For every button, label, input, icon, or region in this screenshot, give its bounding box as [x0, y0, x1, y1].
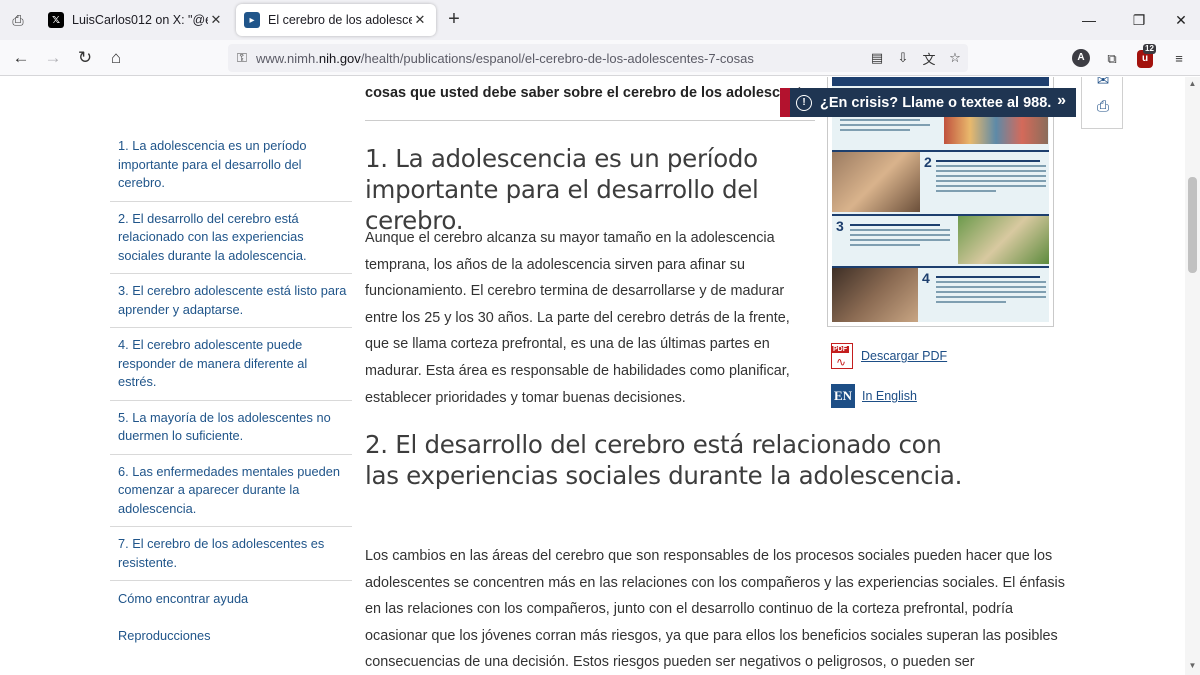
section-1-body: Aunque el cerebro alcanza su mayor tamañ…	[365, 230, 790, 406]
download-pdf-label[interactable]: Descargar PDF	[861, 349, 947, 363]
table-of-contents: 1. La adolescencia es un período importa…	[110, 129, 352, 654]
section-1-title: 1. La adolescencia es un período importa…	[365, 144, 759, 235]
intro-heading: cosas que usted debe saber sobre el cere…	[365, 85, 818, 101]
nih-logo-icon: ▸	[244, 12, 260, 28]
ublock-badge: 12	[1143, 44, 1156, 54]
reload-button[interactable]: ↻	[73, 46, 97, 70]
ublock-icon[interactable]: u 12	[1137, 44, 1156, 68]
toc-item-find-help[interactable]: Cómo encontrar ayuda	[110, 581, 352, 618]
forward-button[interactable]: →	[41, 46, 65, 70]
tab-list-icon[interactable]: ⎙	[8, 10, 28, 30]
close-tab-icon[interactable]: ✕	[412, 12, 428, 28]
tab-title: LuisCarlos012 on X: "@evilcrapp	[72, 13, 208, 27]
scroll-up-icon[interactable]: ▲	[1187, 79, 1198, 88]
address-bar[interactable]: ⚿ www.nimh.nih.gov/health/publications/e…	[228, 44, 968, 72]
toc-item-6[interactable]: 6. Las enfermedades mentales pueden come…	[110, 455, 352, 527]
navigation-toolbar: ← → ↻ ⌂ ⚿ www.nimh.nih.gov/health/public…	[0, 40, 1200, 76]
toc-item-reproductions[interactable]: Reproducciones	[110, 618, 352, 655]
crisis-banner[interactable]: ! ¿En crisis? Llame o textee al 988. »	[780, 88, 1076, 117]
scrollbar-thumb[interactable]	[1188, 177, 1197, 273]
divider	[365, 120, 815, 121]
home-button[interactable]: ⌂	[104, 46, 128, 70]
tab-title: El cerebro de los adolescentes: 7	[268, 13, 412, 27]
save-icon[interactable]: ⇩	[890, 50, 916, 66]
page-content: cosas que usted debe saber sobre el cere…	[0, 77, 1200, 675]
section-2-body: Los cambios en las áreas del cerebro que…	[365, 548, 1065, 671]
url-text[interactable]: www.nimh.nih.gov/health/publications/esp…	[256, 51, 864, 66]
crisis-banner-text: ¿En crisis? Llame o textee al 988.	[820, 94, 1052, 111]
in-english-label[interactable]: In English	[862, 389, 917, 403]
english-icon: EN	[831, 384, 855, 408]
toc-item-4[interactable]: 4. El cerebro adolescente puede responde…	[110, 328, 352, 401]
page-scrollbar[interactable]: ▲ ▼	[1185, 77, 1200, 675]
back-button[interactable]: ←	[9, 46, 33, 70]
download-pdf-link[interactable]: PDF ∿ Descargar PDF	[831, 343, 947, 369]
tab-nimh-page[interactable]: ▸ El cerebro de los adolescentes: 7 ✕	[236, 4, 436, 36]
tab-bar: ⎙ 𝕏 LuisCarlos012 on X: "@evilcrapp ✕ ▸ …	[0, 0, 1200, 40]
close-tab-icon[interactable]: ✕	[208, 12, 224, 28]
pdf-icon: PDF ∿	[831, 343, 853, 369]
toc-item-1[interactable]: 1. La adolescencia es un período importa…	[110, 129, 352, 202]
print-icon[interactable]: ⎙	[1095, 99, 1111, 115]
reader-view-icon[interactable]: ▤	[864, 50, 890, 66]
email-icon[interactable]: ✉	[1095, 77, 1111, 89]
scroll-down-icon[interactable]: ▼	[1187, 661, 1198, 670]
x-logo-icon: 𝕏	[48, 12, 64, 28]
toc-item-5[interactable]: 5. La mayoría de los adolescentes no due…	[110, 401, 352, 455]
menu-icon[interactable]: ≡	[1168, 48, 1190, 70]
share-toolbar: ✉ ⎙	[1081, 77, 1123, 129]
tab-x-post[interactable]: 𝕏 LuisCarlos012 on X: "@evilcrapp ✕	[40, 4, 232, 36]
in-english-link[interactable]: EN In English	[831, 384, 917, 408]
chevron-right-icon: »	[1057, 92, 1066, 109]
close-window-button[interactable]: ✕	[1166, 8, 1196, 32]
toc-item-7[interactable]: 7. El cerebro de los adolescentes es res…	[110, 527, 352, 581]
bookmark-star-icon[interactable]: ☆	[942, 50, 968, 66]
minimize-button[interactable]: —	[1074, 8, 1104, 32]
restore-button[interactable]: ❐	[1124, 8, 1154, 32]
toc-item-3[interactable]: 3. El cerebro adolescente está listo par…	[110, 274, 352, 328]
account-icon[interactable]: A	[1072, 49, 1090, 67]
translate-icon[interactable]: 文	[916, 49, 942, 68]
new-tab-button[interactable]: +	[443, 9, 465, 31]
extensions-icon[interactable]: ⧉	[1101, 48, 1123, 70]
toc-item-2[interactable]: 2. El desarrollo del cerebro está relaci…	[110, 202, 352, 274]
site-info-icon[interactable]: ⚿	[228, 50, 256, 66]
section-2-title: 2. El desarrollo del cerebro está relaci…	[365, 430, 963, 490]
info-icon: !	[796, 94, 812, 111]
